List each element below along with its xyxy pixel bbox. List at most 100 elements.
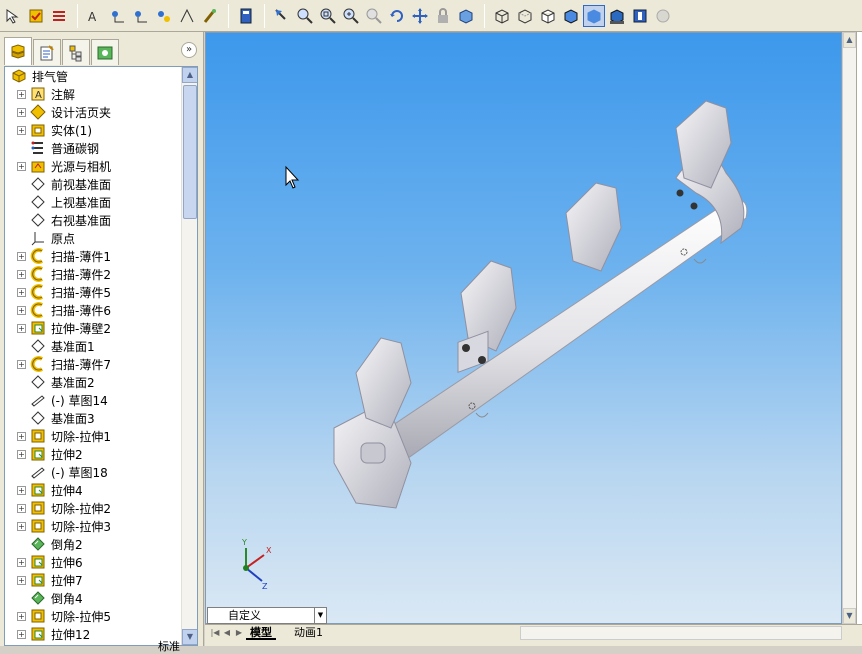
expand-icon[interactable]: + [17,89,26,99]
viewport-scroll-up[interactable]: ▲ [843,32,856,48]
tree-item[interactable]: 普通碳钢 [5,139,181,157]
tree-item[interactable]: 上视基准面 [5,193,181,211]
pin-button[interactable] [107,5,129,27]
viewport-scroll-down[interactable]: ▼ [843,608,856,624]
collapse-panel-button[interactable]: » [181,42,197,58]
calculator-button[interactable] [235,5,257,27]
zoom-area-button[interactable] [317,5,339,27]
zoom-inout-button[interactable] [340,5,362,27]
expand-icon[interactable]: + [17,107,26,117]
tree-item[interactable]: + 光源与相机 [5,157,181,175]
expand-icon[interactable]: + [17,629,26,639]
tree-item[interactable]: + 切除-拉伸5 [5,607,181,625]
tree-item[interactable]: 基准面2 [5,373,181,391]
first-tab-button[interactable]: |◀ [210,628,220,638]
options-button[interactable] [48,5,70,27]
plane-icon [30,212,46,228]
tree-item[interactable]: + 拉伸-薄壁2 [5,319,181,337]
tree-item[interactable]: + 切除-拉伸1 [5,427,181,445]
configuration-select[interactable]: 自定义 ▼ [207,607,327,624]
check-box-button[interactable] [25,5,47,27]
expand-icon[interactable]: + [17,251,26,261]
tree-item[interactable]: + 扫描-薄件5 [5,283,181,301]
tree-item[interactable]: + 扫描-薄件2 [5,265,181,283]
tree-item[interactable]: + 扫描-薄件7 [5,355,181,373]
tree-item[interactable]: 原点 [5,229,181,247]
tab-animation[interactable]: 动画1 [290,626,327,640]
scroll-up-button[interactable]: ▲ [182,67,197,83]
tree-item[interactable]: 基准面1 [5,337,181,355]
tree-item[interactable]: + 切除-拉伸3 [5,517,181,535]
zoom-selection-button[interactable] [363,5,385,27]
brush-button[interactable] [199,5,221,27]
zoom-fit-button[interactable] [294,5,316,27]
next-tab-button[interactable]: ▶ [234,628,244,638]
measure-button[interactable] [130,5,152,27]
expand-icon[interactable]: + [17,161,26,171]
prev-tab-button[interactable]: ◀ [222,628,232,638]
select-button[interactable] [2,5,24,27]
shaded-edges-button[interactable] [560,5,582,27]
expand-icon[interactable]: + [17,305,26,315]
tree-item[interactable]: 前视基准面 [5,175,181,193]
tab-appearance[interactable] [91,39,119,65]
pan-button[interactable] [409,5,431,27]
tree-item[interactable]: + 扫描-薄件6 [5,301,181,319]
sketch-icon [30,392,46,408]
tree-item[interactable]: + 拉伸2 [5,445,181,463]
realview-button[interactable] [652,5,674,27]
expand-icon[interactable]: + [17,485,26,495]
tree-item[interactable]: + 拉伸7 [5,571,181,589]
expand-icon[interactable]: + [17,269,26,279]
tree-item[interactable]: + 拉伸6 [5,553,181,571]
tree-item[interactable]: (-) 草图18 [5,463,181,481]
wireframe-button[interactable] [491,5,513,27]
rotate-button[interactable] [386,5,408,27]
tree-item[interactable]: + 实体(1) [5,121,181,139]
tree-item[interactable]: 右视基准面 [5,211,181,229]
section-view-button[interactable] [629,5,651,27]
spell-button[interactable]: A [84,5,106,27]
shadows-button[interactable] [606,5,628,27]
expand-icon[interactable]: + [17,557,26,567]
tree-item[interactable]: + A 注解 [5,85,181,103]
sensor-button[interactable] [176,5,198,27]
tree-item[interactable]: + 拉伸4 [5,481,181,499]
tree-item[interactable]: 倒角2 [5,535,181,553]
graphics-area[interactable]: Y X Z [205,32,842,624]
scroll-thumb[interactable] [183,85,197,219]
viewport-horizontal-scrollbar[interactable] [520,626,842,640]
task-pane-edge[interactable] [856,32,862,646]
tab-feature-manager[interactable] [4,37,32,65]
tree-item[interactable]: (-) 草图14 [5,391,181,409]
expand-icon[interactable]: + [17,503,26,513]
expand-icon[interactable]: + [17,575,26,585]
tree-item[interactable]: + 切除-拉伸2 [5,499,181,517]
pointer-button[interactable] [271,5,293,27]
hidden-lines-removed-button[interactable] [537,5,559,27]
expand-icon[interactable]: + [17,521,26,531]
tree-scrollbar[interactable]: ▲ ▼ [181,67,197,645]
expand-icon[interactable]: + [17,323,26,333]
expand-icon[interactable]: + [17,287,26,297]
chevron-down-icon[interactable]: ▼ [314,608,326,623]
viewport-vertical-scrollbar[interactable]: ▲ ▼ [842,32,856,624]
tree-item[interactable]: + 设计活页夹 [5,103,181,121]
view-orient-button[interactable] [455,5,477,27]
expand-icon[interactable]: + [17,611,26,621]
expand-icon[interactable]: + [17,359,26,369]
tree-item[interactable]: + 扫描-薄件1 [5,247,181,265]
taskbar-item[interactable]: 标准 [130,638,260,653]
shaded-button[interactable] [583,4,605,27]
expand-icon[interactable]: + [17,449,26,459]
tree-item[interactable]: 基准面3 [5,409,181,427]
mass-button[interactable] [153,5,175,27]
hidden-lines-visible-button[interactable] [514,5,536,27]
expand-icon[interactable]: + [17,125,26,135]
expand-icon[interactable]: + [17,431,26,441]
tree-item[interactable]: 排气管 [5,67,181,85]
tab-property-manager[interactable] [33,39,61,65]
tab-configuration-manager[interactable] [62,39,90,65]
lock-button[interactable] [432,5,454,27]
tree-item[interactable]: 倒角4 [5,589,181,607]
